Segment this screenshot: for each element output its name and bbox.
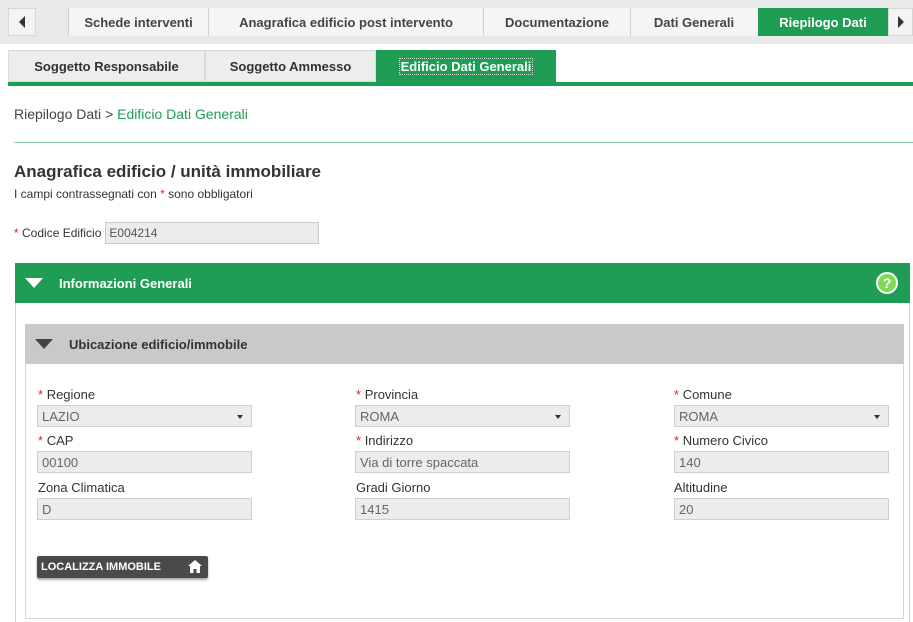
regione-select[interactable]: LAZIO bbox=[37, 405, 252, 427]
regione-label: * Regione bbox=[38, 387, 96, 402]
divider bbox=[14, 142, 913, 143]
mandatory-note: I campi contrassegnati con * sono obblig… bbox=[14, 187, 253, 201]
zona-climatica-field[interactable]: D bbox=[37, 498, 252, 520]
tab-dati-generali[interactable]: Dati Generali bbox=[630, 8, 757, 36]
note-suffix: sono obbligatori bbox=[168, 187, 253, 201]
note-prefix: I campi contrassegnati con bbox=[14, 187, 157, 201]
ubicazione-panel bbox=[25, 364, 904, 619]
breadcrumb-separator: > bbox=[105, 106, 114, 122]
tab-underline bbox=[8, 82, 913, 86]
comune-label: * Comune bbox=[674, 387, 732, 402]
altitudine-field[interactable]: 20 bbox=[674, 498, 889, 520]
page-title: Anagrafica edificio / unità immobiliare bbox=[14, 162, 322, 181]
subtab-label: Soggetto Responsabile bbox=[34, 58, 179, 74]
breadcrumb: Riepilogo Dati > Edificio Dati Generali bbox=[14, 106, 248, 122]
tab-schede-interventi[interactable]: Schede interventi bbox=[68, 8, 208, 36]
collapse-triangle-icon bbox=[25, 278, 43, 288]
collapse-triangle-icon bbox=[35, 339, 53, 349]
provincia-select[interactable]: ROMA bbox=[355, 405, 570, 427]
subtab-soggetto-responsabile[interactable]: Soggetto Responsabile bbox=[8, 50, 205, 82]
help-icon[interactable]: ? bbox=[876, 272, 898, 294]
chevron-down-icon bbox=[555, 415, 561, 419]
altitudine-label: Altitudine bbox=[674, 480, 728, 495]
subsection-title: Ubicazione edificio/immobile bbox=[69, 336, 248, 352]
codice-edificio-row: * Codice Edificio bbox=[14, 222, 320, 244]
ubicazione-header[interactable]: Ubicazione edificio/immobile bbox=[25, 324, 904, 364]
button-label: LOCALIZZA IMMOBILE bbox=[41, 561, 161, 573]
indirizzo-field[interactable]: Via di torre spaccata bbox=[355, 451, 570, 473]
subtab-soggetto-ammesso[interactable]: Soggetto Ammesso bbox=[205, 50, 376, 82]
informazioni-generali-header[interactable]: Informazioni Generali ? bbox=[15, 263, 910, 303]
gradi-giorno-field[interactable]: 1415 bbox=[355, 498, 570, 520]
required-asterisk: * bbox=[160, 187, 165, 201]
chevron-down-icon bbox=[874, 415, 880, 419]
tab-label: Dati Generali bbox=[653, 14, 735, 30]
gradi-giorno-label: Gradi Giorno bbox=[356, 480, 431, 495]
provincia-label: * Provincia bbox=[356, 387, 419, 402]
tab-label: Riepilogo Dati bbox=[779, 14, 867, 30]
cap-label: * CAP bbox=[38, 433, 74, 448]
subtab-edificio-dati-generali[interactable]: Edificio Dati Generali bbox=[376, 50, 556, 82]
numero-civico-field[interactable]: 140 bbox=[674, 451, 889, 473]
zona-climatica-label: Zona Climatica bbox=[38, 480, 125, 495]
tab-anagrafica-post-intervento[interactable]: Anagrafica edificio post intervento bbox=[208, 8, 483, 36]
cap-field[interactable]: 00100 bbox=[37, 451, 252, 473]
subtab-label: Soggetto Ammesso bbox=[229, 58, 352, 74]
breadcrumb-current: Edificio Dati Generali bbox=[117, 106, 248, 122]
indirizzo-label: * Indirizzo bbox=[356, 433, 414, 448]
tab-label: Documentazione bbox=[504, 14, 609, 30]
breadcrumb-root[interactable]: Riepilogo Dati bbox=[14, 106, 101, 122]
tab-label: Schede interventi bbox=[84, 14, 193, 30]
tab-documentazione[interactable]: Documentazione bbox=[483, 8, 630, 36]
scroll-left-arrow-icon[interactable] bbox=[8, 8, 36, 36]
chevron-down-icon bbox=[237, 415, 243, 419]
subtab-label: Edificio Dati Generali bbox=[398, 57, 534, 75]
tab-label: Anagrafica edificio post intervento bbox=[239, 14, 453, 30]
home-icon bbox=[188, 560, 202, 573]
localizza-immobile-button[interactable]: LOCALIZZA IMMOBILE bbox=[37, 556, 208, 578]
codice-edificio-label: * Codice Edificio bbox=[14, 226, 102, 240]
codice-edificio-field[interactable] bbox=[105, 222, 320, 244]
top-tab-bar: Schede interventi Anagrafica edificio po… bbox=[0, 0, 913, 44]
numero-civico-label: * Numero Civico bbox=[674, 433, 768, 448]
comune-select[interactable]: ROMA bbox=[674, 405, 889, 427]
scroll-right-arrow-icon[interactable] bbox=[888, 8, 913, 36]
section-title: Informazioni Generali bbox=[59, 275, 192, 291]
tab-riepilogo-dati[interactable]: Riepilogo Dati bbox=[758, 8, 888, 36]
